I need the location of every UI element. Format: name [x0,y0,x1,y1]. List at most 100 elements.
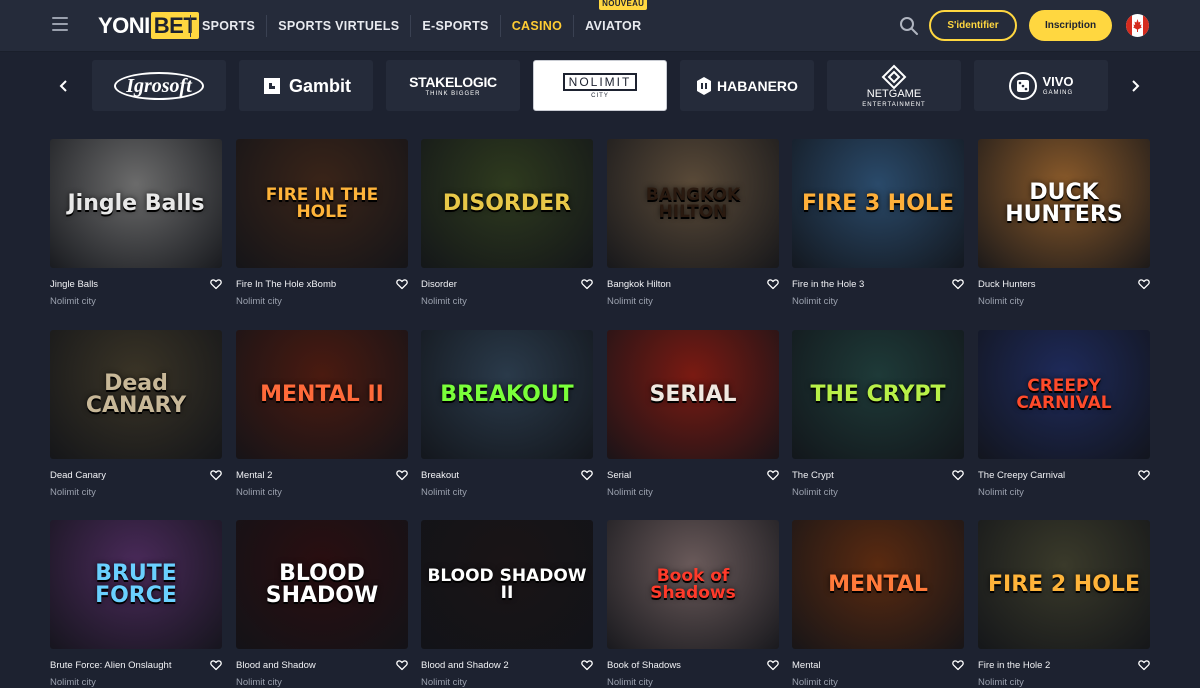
game-card[interactable]: FIRE 3 HOLE Fire in the Hole 3 Nolimit cit… [792,139,964,307]
provider-vivo[interactable]: VIVO GAMING [974,60,1108,111]
game-card[interactable]: BREAKOUT Breakout Nolimit city [421,330,593,498]
providers-next-arrow[interactable] [1121,66,1149,106]
game-title[interactable]: Dead Canary [50,470,106,481]
game-title[interactable]: Blood and Shadow [236,660,316,671]
game-card[interactable]: CREEPY CARNIVAL The Creepy Carnival Nolimi… [978,330,1150,498]
game-thumbnail[interactable]: FIRE 2 HOLE [978,520,1150,649]
canada-flag-icon[interactable] [1126,14,1149,37]
nav-item-e-sports[interactable]: E-SPORTS [410,15,499,37]
nav-item-sports-virtuels[interactable]: SPORTS VIRTUELS [266,15,410,37]
nav-item-aviator[interactable]: AVIATOR NOUVEAU [573,0,652,37]
game-card[interactable]: MENTAL II Mental 2 Nolimit city [236,330,408,498]
game-card[interactable]: BANGKOK HILTON Bangkok Hilton Nolimit city [607,139,779,307]
provider-netgame[interactable]: NETGAME ENTERTAINMENT [827,60,961,111]
game-thumbnail[interactable]: BLOOD SHADOW II [421,520,593,649]
game-title[interactable]: Blood and Shadow 2 [421,660,509,671]
game-title[interactable]: Serial [607,470,631,481]
game-provider: Nolimit city [978,677,1024,688]
register-button[interactable]: Inscription [1029,10,1112,41]
game-title[interactable]: Jingle Balls [50,279,98,290]
game-title[interactable]: Fire in the Hole 2 [978,660,1050,671]
game-thumbnail[interactable]: SERIAL [607,330,779,459]
game-thumbnail[interactable]: FIRE IN THE HOLE [236,139,408,268]
game-title[interactable]: Mental 2 [236,470,272,481]
game-title[interactable]: Mental [792,660,821,671]
favorite-heart-icon[interactable] [952,278,964,290]
game-thumbnail[interactable]: BRUTE FORCE [50,520,222,649]
nav-item-casino[interactable]: CASINO [499,15,573,37]
game-thumbnail[interactable]: FIRE 3 HOLE [792,139,964,268]
game-card[interactable]: DUCK HUNTERS Duck Hunters Nolimit city [978,139,1150,307]
game-card[interactable]: FIRE 2 HOLE Fire in the Hole 2 Nolimit cit… [978,520,1150,688]
game-provider: Nolimit city [607,487,653,498]
favorite-heart-icon[interactable] [1138,469,1150,481]
game-title[interactable]: Duck Hunters [978,279,1036,290]
game-title[interactable]: The Creepy Carnival [978,470,1065,481]
game-card[interactable]: Dead CANARY Dead Canary Nolimit city [50,330,222,498]
favorite-heart-icon[interactable] [210,659,222,671]
game-card[interactable]: DISORDER Disorder Nolimit city [421,139,593,307]
provider-igrosoft[interactable]: Igrosoft [92,60,226,111]
game-card[interactable]: SERIAL Serial Nolimit city [607,330,779,498]
game-card[interactable]: BRUTE FORCE Brute Force: Alien Onslaught N… [50,520,222,688]
favorite-heart-icon[interactable] [1138,278,1150,290]
nav-item-sports[interactable]: SPORTS [190,15,266,37]
provider-name: HABANERO [717,77,798,94]
game-thumbnail[interactable]: BREAKOUT [421,330,593,459]
game-thumbnail[interactable]: DUCK HUNTERS [978,139,1150,268]
game-provider: Nolimit city [978,487,1024,498]
game-title[interactable]: The Crypt [792,470,834,481]
provider-nolimit[interactable]: NOLIMIT CITY [533,60,667,111]
game-art-title: FIRE 2 HOLE [988,571,1140,597]
game-title[interactable]: Book of Shadows [607,660,681,671]
providers-prev-arrow[interactable] [50,66,78,106]
menu-icon[interactable] [52,17,68,31]
provider-stakelogic[interactable]: STAKELOGIC THINK BIGGER [386,60,520,111]
game-title[interactable]: Fire In The Hole xBomb [236,279,336,290]
favorite-heart-icon[interactable] [210,278,222,290]
favorite-heart-icon[interactable] [767,659,779,671]
game-card[interactable]: Jingle Balls Jingle Balls Nolimit city [50,139,222,307]
provider-habanero[interactable]: HABANERO [680,60,814,111]
game-card[interactable]: BLOOD SHADOW II Blood and Shadow 2 Nolimit… [421,520,593,688]
game-title[interactable]: Bangkok Hilton [607,279,671,290]
game-card[interactable]: BLOOD SHADOW Blood and Shadow Nolimit city [236,520,408,688]
favorite-heart-icon[interactable] [396,278,408,290]
game-thumbnail[interactable]: MENTAL [792,520,964,649]
favorite-heart-icon[interactable] [581,659,593,671]
yonibet-logo[interactable]: YONI BET [98,12,200,39]
game-card[interactable]: FIRE IN THE HOLE Fire In The Hole xBomb No… [236,139,408,307]
favorite-heart-icon[interactable] [210,469,222,481]
favorite-heart-icon[interactable] [952,659,964,671]
provider-name: STAKELOGIC [409,73,497,90]
game-thumbnail[interactable]: MENTAL II [236,330,408,459]
game-thumbnail[interactable]: BLOOD SHADOW [236,520,408,649]
favorite-heart-icon[interactable] [767,278,779,290]
game-title[interactable]: Fire in the Hole 3 [792,279,864,290]
game-thumbnail[interactable]: Dead CANARY [50,330,222,459]
favorite-heart-icon[interactable] [581,278,593,290]
game-thumbnail[interactable]: CREEPY CARNIVAL [978,330,1150,459]
search-icon[interactable] [899,16,919,36]
game-title[interactable]: Disorder [421,279,457,290]
favorite-heart-icon[interactable] [767,469,779,481]
favorite-heart-icon[interactable] [1138,659,1150,671]
game-card[interactable]: MENTAL Mental Nolimit city [792,520,964,688]
favorite-heart-icon[interactable] [396,469,408,481]
nav-item-label: SPORTS VIRTUELS [278,19,400,33]
game-thumbnail[interactable]: DISORDER [421,139,593,268]
game-thumbnail[interactable]: Book of Shadows [607,520,779,649]
game-thumbnail[interactable]: Jingle Balls [50,139,222,268]
game-title[interactable]: Brute Force: Alien Onslaught [50,660,171,671]
favorite-heart-icon[interactable] [952,469,964,481]
game-title[interactable]: Breakout [421,470,459,481]
game-card[interactable]: THE CRYPT The Crypt Nolimit city [792,330,964,498]
login-button[interactable]: S'identifier [929,10,1017,41]
provider-gambit[interactable]: Gambit [239,60,373,111]
favorite-heart-icon[interactable] [581,469,593,481]
chevron-right-icon [1132,80,1140,92]
favorite-heart-icon[interactable] [396,659,408,671]
game-thumbnail[interactable]: THE CRYPT [792,330,964,459]
game-thumbnail[interactable]: BANGKOK HILTON [607,139,779,268]
game-card[interactable]: Book of Shadows Book of Shadows Nolimit ci… [607,520,779,688]
